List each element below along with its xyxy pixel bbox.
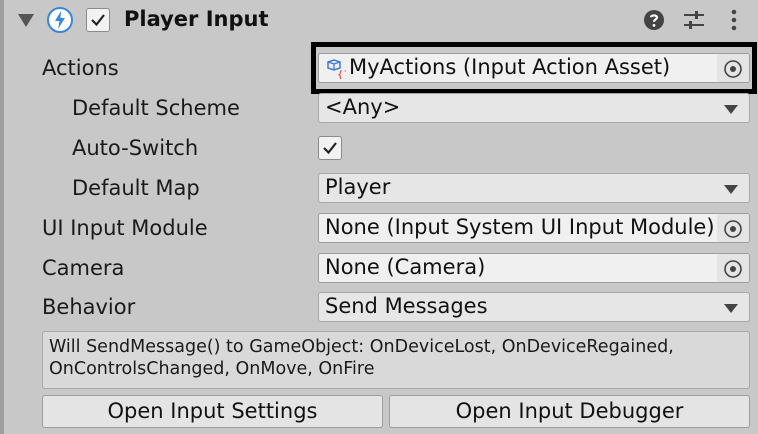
- component-title: Player Input: [124, 7, 269, 31]
- actions-label: Actions: [42, 56, 119, 80]
- ui-input-module-label: UI Input Module: [42, 216, 208, 240]
- camera-field[interactable]: None (Camera): [318, 253, 750, 283]
- component-header: Player Input: [4, 0, 758, 40]
- behavior-label: Behavior: [42, 295, 136, 319]
- default-map-dropdown[interactable]: Player: [318, 173, 750, 203]
- camera-label: Camera: [42, 256, 125, 280]
- behavior-value: Send Messages: [325, 294, 488, 318]
- open-input-debugger-button[interactable]: Open Input Debugger: [389, 395, 750, 428]
- ui-input-module-field[interactable]: None (Input System UI Input Module): [318, 213, 750, 243]
- default-scheme-value: <Any>: [325, 95, 401, 119]
- object-picker-icon: [724, 220, 742, 238]
- component-enabled-checkbox[interactable]: [86, 8, 110, 32]
- ui-input-module-object-picker[interactable]: [717, 214, 749, 242]
- camera-value: None (Camera): [325, 255, 486, 279]
- help-text-line-2: OnControlsChanged, OnMove, OnFire: [49, 359, 375, 379]
- ui-input-module-value: None (Input System UI Input Module): [325, 215, 715, 239]
- camera-object-picker[interactable]: [717, 254, 749, 282]
- open-input-settings-button[interactable]: Open Input Settings: [42, 395, 383, 428]
- dropdown-caret-icon: [724, 105, 738, 114]
- lightning-icon: [47, 7, 73, 33]
- actions-highlight-box: [311, 42, 757, 94]
- checkmark-icon: [323, 142, 337, 155]
- default-map-label: Default Map: [72, 176, 200, 200]
- object-picker-icon: [724, 260, 742, 278]
- dropdown-caret-icon: [724, 304, 738, 313]
- default-scheme-label: Default Scheme: [72, 96, 240, 120]
- default-scheme-dropdown[interactable]: <Any>: [318, 93, 750, 123]
- checkmark-icon: [91, 14, 105, 27]
- inspector-edge: [0, 0, 4, 434]
- dropdown-caret-icon: [724, 185, 738, 194]
- auto-switch-label: Auto-Switch: [72, 136, 199, 160]
- default-map-value: Player: [325, 175, 391, 199]
- more-options-icon[interactable]: [722, 8, 746, 32]
- behavior-dropdown[interactable]: Send Messages: [318, 292, 750, 322]
- behavior-help-box: Will SendMessage() to GameObject: OnDevi…: [42, 331, 750, 389]
- presets-sliders-icon[interactable]: [682, 8, 706, 32]
- help-text-line-1: Will SendMessage() to GameObject: OnDevi…: [49, 337, 674, 357]
- foldout-arrow-icon[interactable]: [18, 14, 34, 27]
- help-icon[interactable]: [642, 8, 666, 32]
- auto-switch-checkbox[interactable]: [318, 136, 342, 160]
